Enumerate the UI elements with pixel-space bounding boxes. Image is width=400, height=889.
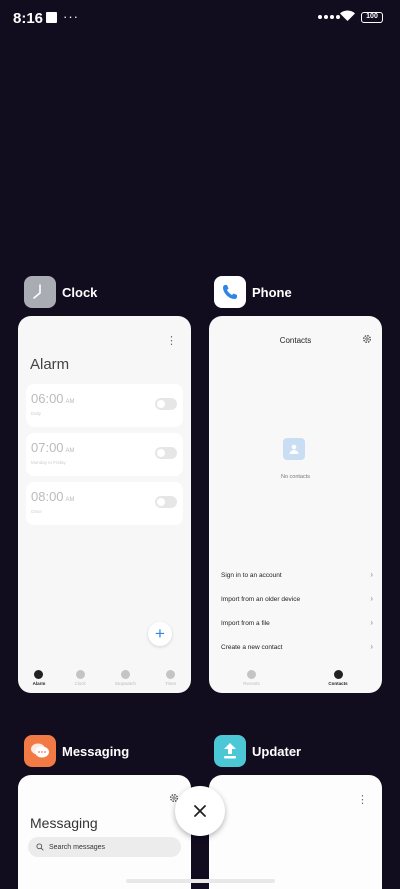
tab-alarm: Alarm [32, 670, 46, 686]
alarm-ampm: AM [65, 497, 75, 503]
tab-timer: Timer [165, 670, 176, 686]
alarm-toggle [155, 496, 177, 508]
stopwatch-icon [120, 670, 130, 679]
menu-item-import-file: Import from a file › [221, 618, 373, 627]
signal-icon [318, 15, 340, 19]
empty-state-text: No contacts [280, 474, 311, 480]
alarm-toggle [155, 398, 177, 410]
tab-bar: Recents Contacts [209, 663, 382, 693]
messaging-app-icon [24, 735, 56, 767]
alarm-repeat: Monday to Friday [31, 460, 66, 465]
add-alarm-button: + [148, 622, 172, 646]
tab-label: Timer [165, 681, 177, 686]
chevron-right-icon: › [370, 642, 373, 651]
alarm-item: 07:00 AM Monday to Friday [26, 433, 183, 476]
tab-label: Contacts [328, 681, 348, 686]
home-indicator[interactable] [126, 879, 275, 883]
more-options-icon: ⋮ [166, 335, 177, 347]
alarm-time: 06:00 [31, 391, 64, 406]
menu-item-label: Import from an older device [221, 596, 301, 603]
recent-card-messaging[interactable]: Messaging Search messages [18, 775, 191, 889]
more-options-icon: ⋮ [357, 794, 368, 806]
alarm-toggle [155, 447, 177, 459]
tab-label: Stopwatch [114, 681, 136, 686]
recent-card-clock[interactable]: ⋮ Alarm 06:00 AM Daily 07:00 AM Monday to … [18, 316, 191, 693]
chevron-right-icon: › [370, 594, 373, 603]
tab-bar: Alarm Clock Stopwatch Timer [18, 663, 191, 693]
menu-item-import-device: Import from an older device › [221, 594, 373, 603]
alarm-repeat: Daily [31, 411, 42, 416]
alarm-item: 06:00 AM Daily [26, 384, 183, 427]
app-name-clock: Clock [62, 284, 98, 300]
app-name-updater: Updater [252, 743, 302, 759]
alarm-ampm: AM [65, 448, 75, 454]
app-name-messaging: Messaging [62, 743, 130, 759]
tab-label: Alarm [32, 681, 46, 686]
tab-label: Recents [243, 681, 260, 686]
hourglass-icon [166, 670, 176, 679]
menu-item-sign-in: Sign in to an account › [221, 570, 373, 579]
contact-placeholder-icon [283, 438, 305, 460]
menu-item-label: Import from a file [221, 620, 270, 627]
close-icon [194, 805, 206, 817]
search-placeholder: Search messages [49, 843, 106, 851]
status-bar: 8:16 ··· 100 [0, 0, 400, 36]
menu-item-label: Sign in to an account [221, 572, 282, 579]
battery-icon: 100 [361, 12, 383, 23]
app-header-clock[interactable]: Clock [24, 276, 97, 308]
menu-item-label: Create a new contact [221, 644, 283, 651]
recent-card-phone[interactable]: Contacts No contacts Sign in to an accou… [209, 316, 382, 693]
alarm-time: 08:00 [31, 489, 64, 504]
page-title: Messaging [30, 815, 98, 831]
wifi-icon [340, 10, 355, 21]
chevron-right-icon: › [370, 618, 373, 627]
clear-all-button[interactable] [175, 786, 225, 836]
person-icon [333, 670, 343, 679]
tab-stopwatch: Stopwatch [115, 670, 136, 686]
settings-gear-icon [363, 335, 371, 343]
app-header-updater[interactable]: Updater [214, 735, 301, 767]
clock-app-icon [24, 276, 56, 308]
search-icon [36, 843, 44, 851]
tab-recents: Recents [243, 670, 260, 686]
tab-clock: Clock [74, 670, 86, 686]
alarm-ampm: AM [65, 399, 75, 405]
clock-icon [75, 670, 85, 679]
alarm-time: 07:00 [31, 440, 64, 455]
alarm-icon [34, 670, 44, 679]
search-bar: Search messages [28, 837, 181, 857]
recent-card-updater[interactable]: ⋮ [209, 775, 382, 889]
tab-contacts: Contacts [328, 670, 348, 686]
more-notifications-icon: ··· [63, 9, 79, 24]
updater-app-icon [214, 735, 246, 767]
alarm-item: 08:00 AM Once [26, 482, 183, 525]
app-header-phone[interactable]: Phone [214, 276, 292, 308]
tab-label: Clock [74, 681, 86, 686]
app-name-phone: Phone [252, 284, 292, 300]
chevron-right-icon: › [370, 570, 373, 579]
page-title: Alarm [30, 356, 70, 373]
app-header-messaging[interactable]: Messaging [24, 735, 129, 767]
phone-icon [247, 670, 257, 679]
menu-item-create-contact: Create a new contact › [221, 642, 373, 651]
page-title: Contacts [279, 336, 312, 345]
notification-icon [46, 12, 57, 23]
alarm-repeat: Once [31, 509, 42, 514]
status-time: 8:16 [13, 10, 44, 27]
phone-app-icon [214, 276, 246, 308]
